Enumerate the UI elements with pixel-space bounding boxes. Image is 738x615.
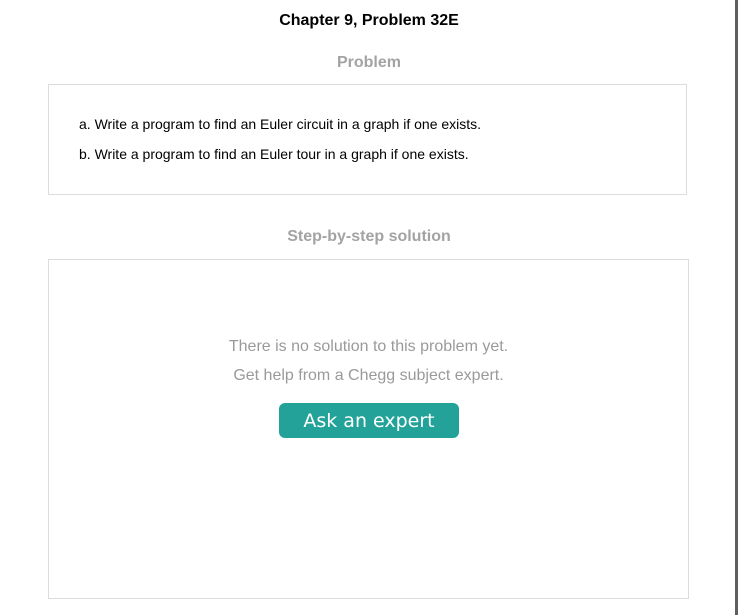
solution-box: There is no solution to this problem yet… (48, 259, 689, 599)
ask-an-expert-button[interactable]: Ask an expert (279, 403, 459, 438)
expert-help-message: Get help from a Chegg subject expert. (233, 367, 504, 384)
page-title: Chapter 9, Problem 32E (279, 12, 459, 29)
problem-part-b: b. Write a program to find an Euler tour… (79, 146, 469, 162)
solution-heading: Step-by-step solution (287, 228, 451, 245)
problem-statement-box: a. Write a program to find an Euler circ… (48, 84, 687, 195)
no-solution-message: There is no solution to this problem yet… (228, 338, 509, 355)
problem-part-a: a. Write a program to find an Euler circ… (79, 116, 482, 132)
problem-heading: Problem (336, 54, 401, 71)
